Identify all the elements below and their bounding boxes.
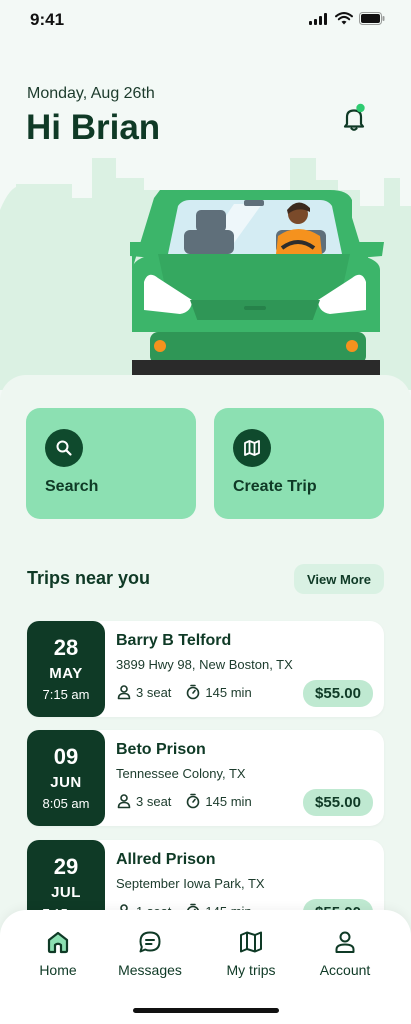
create-trip-card-label: Create Trip	[233, 478, 317, 495]
trip-card[interactable]: 28 MAY 7:15 am Barry B Telford 3899 Hwy …	[27, 621, 384, 717]
status-icons	[309, 12, 385, 25]
search-card[interactable]: Search	[26, 408, 196, 519]
trip-address: Tennessee Colony, TX	[116, 766, 246, 781]
car-illustration	[0, 158, 411, 390]
trip-day: 29	[53, 854, 79, 879]
wifi-icon	[335, 12, 353, 25]
trip-time: 8:05 am	[42, 796, 90, 811]
trip-name: Barry B Telford	[116, 632, 232, 649]
nav-my-trips[interactable]: My trips	[208, 929, 294, 978]
trip-meta: 3 seat 145 min	[116, 793, 266, 809]
user-icon	[335, 931, 355, 953]
status-bar: 9:41	[0, 0, 411, 44]
nav-account-label: Account	[319, 962, 371, 978]
trip-name: Allred Prison	[116, 851, 216, 868]
map-icon	[240, 931, 262, 953]
status-time: 9:41	[30, 10, 65, 29]
trip-month: JUN	[50, 774, 82, 791]
bottom-nav: Home Messages My trips Account	[0, 910, 411, 1024]
current-date: Monday, Aug 26th	[27, 85, 155, 102]
nav-messages[interactable]: Messages	[107, 929, 193, 978]
trip-duration: 145 min	[205, 793, 252, 809]
home-icon	[47, 931, 69, 954]
message-icon	[139, 931, 161, 953]
view-more-button[interactable]: View More	[294, 564, 384, 594]
trip-seats: 3 seat	[136, 793, 172, 809]
trip-duration: 145 min	[205, 684, 252, 700]
home-indicator	[133, 1008, 279, 1013]
trip-address: September Iowa Park, TX	[116, 876, 265, 891]
trip-date-box: 28 MAY 7:15 am	[27, 621, 105, 717]
hero-illustration	[0, 150, 411, 390]
nav-home-label: Home	[39, 962, 77, 978]
trip-card[interactable]: 09 JUN 8:05 am Beto Prison Tennessee Col…	[27, 730, 384, 826]
nav-messages-label: Messages	[118, 962, 182, 978]
nav-my-trips-label: My trips	[226, 962, 276, 978]
signal-icon	[309, 12, 327, 25]
trip-month: JUL	[51, 884, 81, 901]
trip-address: 3899 Hwy 98, New Boston, TX	[116, 657, 293, 672]
trip-month: MAY	[49, 665, 83, 682]
trip-time: 7:15 am	[42, 687, 90, 702]
trip-meta: 3 seat 145 min	[116, 684, 266, 700]
trip-seats: 3 seat	[136, 684, 172, 700]
stopwatch-icon	[187, 793, 200, 809]
trip-day: 28	[53, 635, 79, 660]
battery-icon	[359, 12, 385, 25]
trip-name: Beto Prison	[116, 741, 206, 758]
trip-price: $55.00	[303, 789, 373, 816]
nav-account[interactable]: Account	[302, 929, 388, 978]
search-icon	[45, 429, 83, 467]
create-trip-card[interactable]: Create Trip	[214, 408, 384, 519]
user-icon	[117, 685, 131, 700]
trip-day: 09	[53, 744, 79, 769]
map-icon	[233, 429, 271, 467]
trip-price: $55.00	[303, 680, 373, 707]
stopwatch-icon	[187, 684, 200, 700]
greeting-title: Hi Brian	[26, 108, 161, 147]
search-card-label: Search	[45, 478, 99, 495]
trips-section-title: Trips near you	[27, 568, 151, 588]
user-icon	[117, 794, 131, 809]
notifications-button[interactable]	[338, 102, 370, 134]
nav-home[interactable]: Home	[15, 929, 101, 978]
trip-date-box: 09 JUN 8:05 am	[27, 730, 105, 826]
bell-icon	[343, 103, 365, 131]
